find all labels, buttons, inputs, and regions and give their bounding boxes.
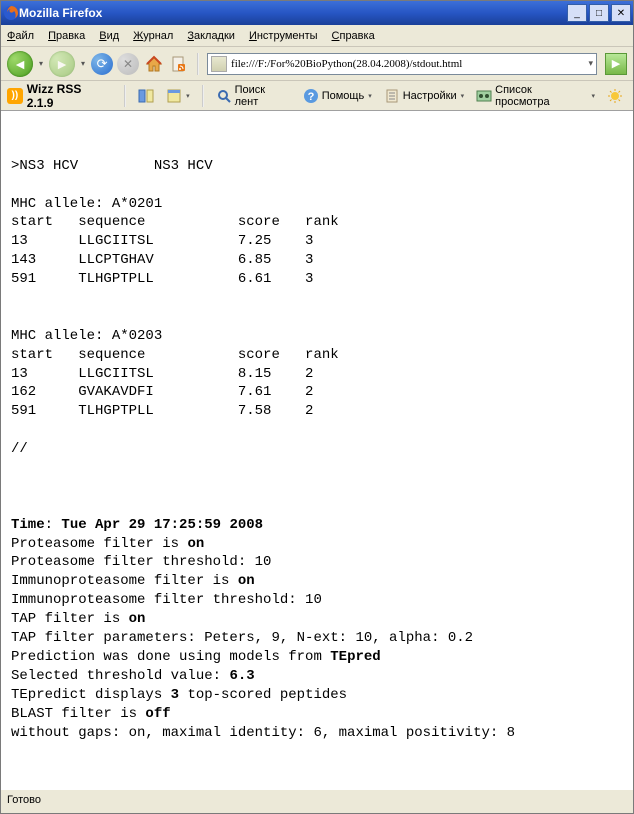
tool-btn-1[interactable] bbox=[134, 86, 158, 106]
rss-label: Wizz RSS 2.1.9 bbox=[27, 82, 110, 110]
menu-tools[interactable]: Инструменты bbox=[249, 30, 318, 42]
status-text: Готово bbox=[7, 794, 41, 806]
search-feeds-button[interactable]: Поиск лент bbox=[212, 82, 295, 110]
close-button[interactable]: ✕ bbox=[611, 4, 631, 22]
minimize-button[interactable]: _ bbox=[567, 4, 587, 22]
forward-button[interactable]: ► bbox=[49, 51, 75, 77]
menu-view[interactable]: Вид bbox=[99, 30, 119, 42]
maximize-button[interactable]: □ bbox=[589, 4, 609, 22]
firefox-icon bbox=[3, 5, 19, 21]
statusbar: Готово bbox=[1, 789, 633, 809]
navbar: ◄ ▾ ► ▾ ⟳ ✕ ▾ ▶ bbox=[1, 47, 633, 81]
separator bbox=[202, 85, 204, 107]
titlebar: Mozilla Firefox _ □ ✕ bbox=[1, 1, 633, 25]
tool-btn-2[interactable]: ▾ bbox=[162, 86, 194, 106]
content-area: >NS3 HCV NS3 HCV MHC allele: A*0201 star… bbox=[1, 111, 633, 789]
back-button[interactable]: ◄ bbox=[7, 51, 33, 77]
url-bar[interactable]: ▾ bbox=[207, 53, 597, 75]
back-dropdown[interactable]: ▾ bbox=[39, 59, 43, 68]
home-button[interactable] bbox=[143, 53, 165, 75]
menu-help[interactable]: Справка bbox=[332, 30, 375, 42]
menu-edit[interactable]: Правка bbox=[48, 30, 85, 42]
svg-text:?: ? bbox=[307, 91, 314, 103]
window-title: Mozilla Firefox bbox=[19, 6, 567, 20]
separator bbox=[124, 85, 126, 107]
forward-dropdown[interactable]: ▾ bbox=[81, 59, 85, 68]
rss-icon: )) bbox=[7, 88, 23, 104]
url-dropdown[interactable]: ▾ bbox=[588, 58, 593, 69]
viewlist-button[interactable]: Список просмотра▾ bbox=[472, 82, 599, 110]
url-input[interactable] bbox=[231, 58, 584, 70]
stop-button: ✕ bbox=[117, 53, 139, 75]
page-feeds-icon[interactable] bbox=[169, 54, 189, 74]
separator bbox=[197, 53, 199, 75]
menu-history[interactable]: Журнал bbox=[133, 30, 173, 42]
sun-button[interactable] bbox=[603, 86, 627, 106]
reload-button[interactable]: ⟳ bbox=[91, 53, 113, 75]
help-button[interactable]: ?Помощь▾ bbox=[299, 86, 376, 106]
document-body: >NS3 HCV NS3 HCV MHC allele: A*0201 star… bbox=[11, 119, 623, 742]
menubar: Файл Правка Вид Журнал Закладки Инструме… bbox=[1, 25, 633, 47]
page-icon bbox=[211, 56, 227, 72]
menu-bookmarks[interactable]: Закладки bbox=[187, 30, 235, 42]
settings-button[interactable]: Настройки▾ bbox=[380, 86, 468, 106]
rss-toolbar: )) Wizz RSS 2.1.9 ▾ Поиск лент ?Помощь▾ … bbox=[1, 81, 633, 111]
menu-file[interactable]: Файл bbox=[7, 30, 34, 42]
go-button[interactable]: ▶ bbox=[605, 53, 627, 75]
